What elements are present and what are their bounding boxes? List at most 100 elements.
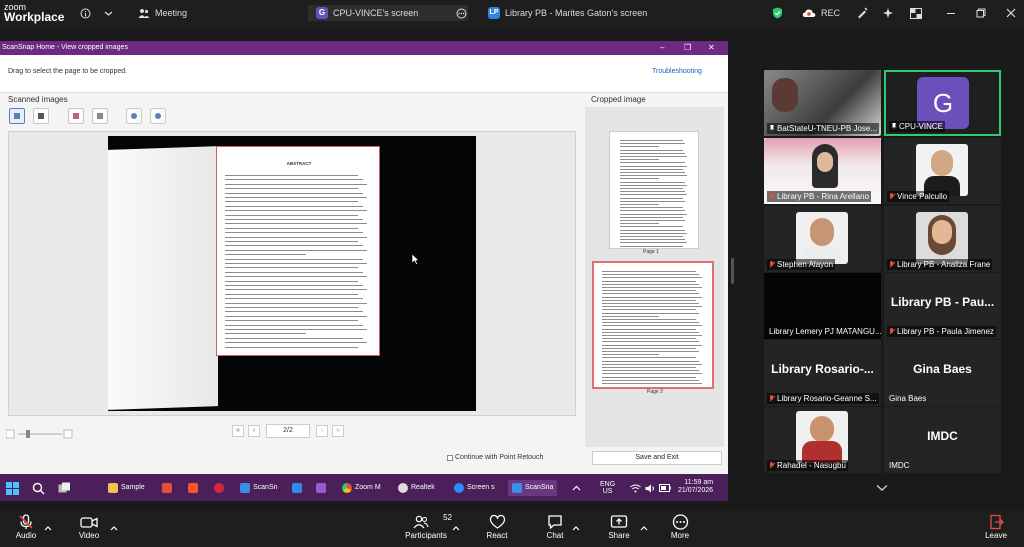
text-line — [225, 276, 368, 278]
text-line — [602, 293, 699, 295]
participant-tile-cpu-vince[interactable]: G CPU-VINCE — [884, 70, 1001, 136]
tab-library-pb-screen[interactable]: LP Library PB - Marites Gaton's screen — [488, 5, 647, 21]
participant-display-name: Gina Baes — [913, 362, 972, 376]
text-line — [225, 232, 363, 234]
participant-tile-library-lemery[interactable]: Library Lemery PJ MATANGU... — [764, 273, 881, 339]
save-tool-button[interactable] — [33, 108, 49, 124]
text-line — [225, 263, 368, 264]
text-line — [225, 307, 359, 308]
shield-icon[interactable] — [772, 5, 783, 21]
audio-button[interactable]: Audio — [6, 514, 46, 540]
page-1-label: Page 1 — [643, 249, 659, 255]
first-page-button[interactable]: « — [232, 425, 244, 437]
close-icon[interactable] — [1006, 5, 1016, 21]
prev-page-button[interactable]: ‹ — [248, 425, 260, 437]
taskbar-app-scansnap[interactable]: ScanSn — [240, 480, 278, 496]
more-button[interactable]: More — [660, 514, 700, 540]
participant-tile-gina-baes[interactable]: Gina Baes Gina Baes — [884, 340, 1001, 406]
participant-tile-rahadel-nasugbu[interactable]: Rahadel - Nasugbu — [764, 407, 881, 473]
meeting-tab[interactable]: Meeting — [138, 5, 187, 21]
page-indicator[interactable]: 2/2 — [266, 424, 310, 438]
participant-tile-batstateu[interactable]: BatStateU-TNEU-PB Jose... — [764, 70, 881, 136]
taskbar-app-vscode[interactable] — [292, 480, 302, 496]
minimize-icon[interactable] — [946, 5, 956, 21]
split-tool-button[interactable] — [68, 108, 84, 124]
participant-tile-stephen-alayon[interactable]: Stephen Alayon — [764, 206, 881, 272]
taskbar-app-chrome-zoom[interactable]: Zoom M — [342, 480, 381, 496]
participant-tile-library-rosario[interactable]: Library Rosario-... Library Rosario-Gean… — [764, 340, 881, 406]
search-icon[interactable] — [32, 480, 45, 496]
select-tool-button[interactable] — [9, 108, 25, 124]
maximize-icon[interactable]: ❐ — [684, 41, 691, 55]
taskbar-app-sample[interactable]: Sample — [108, 480, 145, 496]
continue-point-retouch[interactable]: Continue with Point Retouch — [447, 454, 543, 461]
tab-cpu-vince-screen[interactable]: G CPU-VINCE's screen — [308, 5, 468, 21]
scan-image: ABSTRACT — [108, 136, 476, 411]
language-indicator[interactable]: ENG US — [600, 481, 615, 497]
scansnap-icon — [512, 483, 522, 493]
page-1-thumbnail[interactable] — [609, 131, 699, 249]
gallery-chevron-down-icon[interactable] — [876, 479, 888, 497]
scanned-images-label: Scanned images — [8, 95, 68, 104]
system-clock[interactable]: 11:59 am 21/07/2026 — [678, 479, 713, 495]
share-button[interactable]: Share — [599, 514, 639, 540]
record-button[interactable]: REC — [802, 5, 840, 21]
volume-icon[interactable] — [645, 480, 656, 496]
text-line — [620, 191, 686, 193]
participant-tile-imdc[interactable]: IMDC IMDC — [884, 407, 1001, 473]
last-page-button[interactable]: » — [332, 425, 344, 437]
screen-owner-badge: G — [316, 7, 328, 19]
page-2-thumbnail[interactable] — [592, 261, 714, 389]
taskbar-app-scansnap-active[interactable]: ScanSna — [508, 480, 558, 496]
video-options-chevron-icon[interactable] — [110, 518, 118, 536]
taskbar-app-photos[interactable] — [162, 480, 172, 496]
scanned-preview[interactable]: ABSTRACT — [8, 131, 576, 416]
wifi-icon[interactable] — [630, 480, 641, 496]
more-tab-icon[interactable] — [456, 5, 467, 21]
participant-tile-analiza-frane[interactable]: Library PB - Analiza Frane — [884, 206, 1001, 272]
rotate-right-button[interactable] — [150, 108, 166, 124]
info-icon[interactable] — [80, 5, 91, 21]
taskbar-app-visualstudio[interactable] — [316, 480, 326, 496]
zoom-icon — [454, 483, 464, 493]
task-view-icon[interactable] — [58, 480, 71, 496]
tray-chevron-up-icon[interactable] — [572, 480, 581, 496]
minimize-icon[interactable]: – — [660, 41, 664, 55]
view-icon[interactable] — [910, 5, 922, 21]
chevron-down-icon[interactable] — [104, 5, 113, 21]
rotate-left-button[interactable] — [126, 108, 142, 124]
audio-options-chevron-icon[interactable] — [44, 518, 52, 536]
next-page-button[interactable]: › — [316, 425, 328, 437]
delete-tool-button[interactable] — [92, 108, 108, 124]
taskbar-app-recorder[interactable] — [214, 480, 224, 496]
close-icon[interactable]: ✕ — [708, 41, 715, 55]
participants-options-chevron-icon[interactable] — [452, 518, 460, 536]
share-options-chevron-icon[interactable] — [640, 518, 648, 536]
participants-button[interactable]: 52 Participants — [400, 513, 452, 540]
abstract-page[interactable]: ABSTRACT — [216, 146, 380, 356]
participant-tile-vince-palcullo[interactable]: Vince Palcullo — [884, 138, 1001, 204]
annotate-icon[interactable] — [856, 5, 868, 21]
ai-companion-icon[interactable] — [882, 5, 894, 21]
leave-button[interactable]: Leave — [976, 514, 1016, 540]
taskbar-app-realtek[interactable]: Realtek — [398, 480, 435, 496]
battery-icon[interactable] — [659, 480, 671, 496]
participant-tile-rina-arellano[interactable]: Library PB - Rina Arellano — [764, 138, 881, 204]
realtek-icon — [398, 483, 408, 493]
react-button[interactable]: React — [477, 514, 517, 540]
restore-icon[interactable] — [976, 5, 986, 21]
chat-button[interactable]: Chat — [535, 514, 575, 540]
text-line — [225, 188, 359, 190]
gallery-resize-handle[interactable] — [731, 258, 734, 284]
text-line — [620, 200, 686, 202]
zoom-slider[interactable] — [5, 426, 74, 444]
participant-tile-paula-jimenez[interactable]: Library PB - Pau... Library PB - Paula J… — [884, 273, 1001, 339]
troubleshooting-link[interactable]: Troubleshooting — [652, 68, 702, 75]
video-button[interactable]: Video — [69, 514, 109, 540]
taskbar-app-brave[interactable] — [188, 480, 198, 496]
save-and-exit-button[interactable]: Save and Exit — [592, 451, 722, 465]
windows-start-icon[interactable] — [6, 480, 19, 496]
continue-checkbox[interactable] — [447, 454, 453, 461]
taskbar-app-screen-share[interactable]: Screen s — [454, 480, 495, 496]
chat-options-chevron-icon[interactable] — [572, 518, 580, 536]
